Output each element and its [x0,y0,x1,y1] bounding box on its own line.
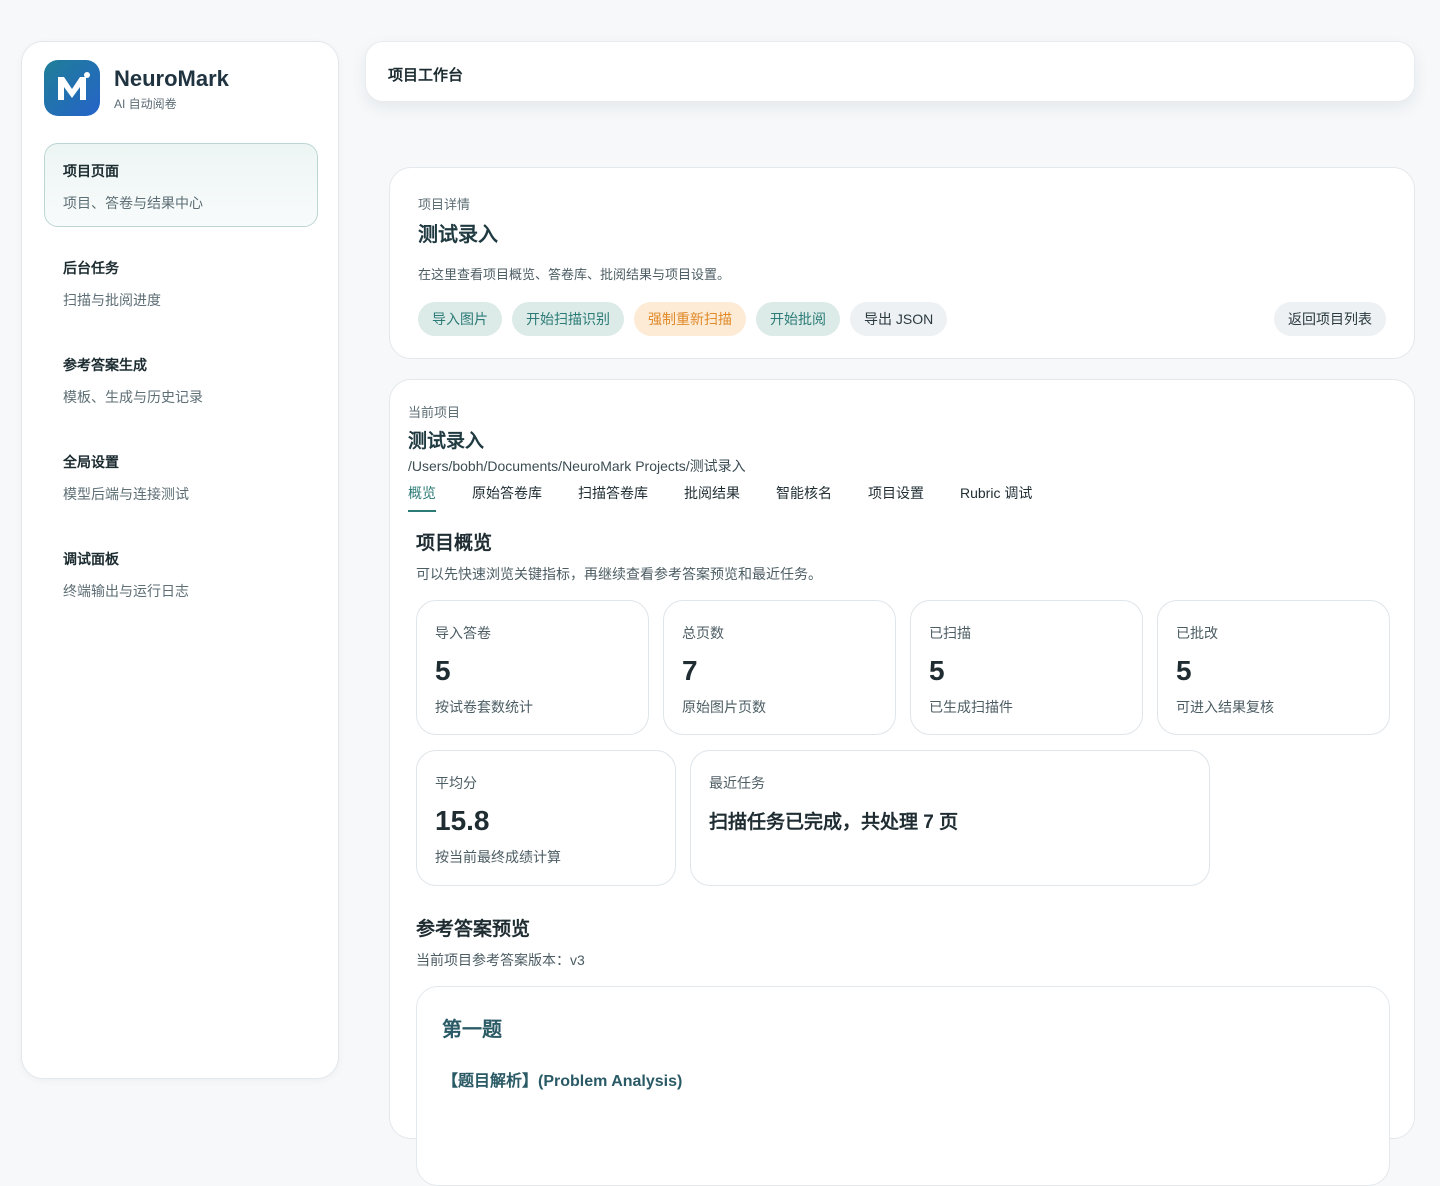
neuromark-logo-icon [44,60,100,116]
detail-title: 测试录入 [418,224,498,246]
tab-rubric-debug[interactable]: Rubric 调试 [960,483,1032,512]
sidebar-item-desc: 模板、生成与历史记录 [63,389,203,405]
project-tabs: 概览 原始答卷库 扫描答卷库 批阅结果 智能核名 项目设置 Rubric 调试 [408,483,1068,512]
sidebar-item-title: 后台任务 [63,260,119,276]
start-grading-button[interactable]: 开始批阅 [756,302,840,336]
question-title: 第一题 [442,1019,502,1041]
question-section-heading: 【题目解析】(Problem Analysis) [442,1073,683,1090]
force-rescan-button[interactable]: 强制重新扫描 [634,302,746,336]
sidebar-item-reference-answers[interactable]: 参考答案生成 模板、生成与历史记录 [44,337,318,421]
start-scan-button[interactable]: 开始扫描识别 [512,302,624,336]
stat-card-graded: 已批改 5 可进入结果复核 [1157,600,1390,735]
overview-description: 可以先快速浏览关键指标，再继续查看参考答案预览和最近任务。 [416,566,822,582]
sidebar-item-background-tasks[interactable]: 后台任务 扫描与批阅进度 [44,240,318,324]
recent-task-text: 扫描任务已完成，共处理 7 页 [709,812,959,833]
page-title: 项目工作台 [388,67,464,84]
project-detail-card: 项目详情 测试录入 在这里查看项目概览、答卷库、批阅结果与项目设置。 导入图片 … [389,167,1415,359]
tab-project-settings[interactable]: 项目设置 [868,483,924,512]
stat-label: 导入答卷 [435,625,491,641]
action-bar: 导入图片 开始扫描识别 强制重新扫描 开始批阅 导出 JSON [418,302,948,336]
brand-subtitle: AI 自动阅卷 [114,96,177,111]
sidebar-item-title: 调试面板 [63,551,119,567]
sidebar-item-desc: 模型后端与连接测试 [63,486,189,502]
stat-card-scanned: 已扫描 5 已生成扫描件 [910,600,1143,735]
sidebar-item-desc: 项目、答卷与结果中心 [63,195,203,211]
project-eyebrow: 当前项目 [408,405,461,420]
answer-preview-version: 当前项目参考答案版本：v3 [416,952,585,968]
sidebar-item-global-settings[interactable]: 全局设置 模型后端与连接测试 [44,434,318,518]
overview-title: 项目概览 [416,533,493,554]
sidebar-item-title: 参考答案生成 [63,357,147,373]
detail-description: 在这里查看项目概览、答卷库、批阅结果与项目设置。 [418,267,731,282]
current-project-card: 当前项目 测试录入 /Users/bobh/Documents/NeuroMar… [389,379,1415,1186]
stat-label: 平均分 [435,775,477,791]
stat-note: 已生成扫描件 [929,699,1013,715]
stat-label: 已批改 [1176,625,1218,641]
sidebar-item-title: 全局设置 [63,454,119,470]
answer-preview-card: 第一题 【题目解析】(Problem Analysis) [416,986,1390,1186]
project-path: /Users/bobh/Documents/NeuroMark Projects… [408,458,746,474]
stat-card-average-score: 平均分 15.8 按当前最终成绩计算 [416,750,676,886]
stat-note: 按当前最终成绩计算 [435,849,561,865]
recent-task-card: 最近任务 扫描任务已完成，共处理 7 页 [690,750,1210,886]
sidebar-item-desc: 终端输出与运行日志 [63,583,189,599]
import-images-button[interactable]: 导入图片 [418,302,502,336]
tab-grading-results[interactable]: 批阅结果 [684,483,740,512]
stat-value: 5 [435,655,451,686]
stat-value: 5 [929,655,945,686]
stat-label: 总页数 [682,625,724,641]
tab-raw-papers[interactable]: 原始答卷库 [472,483,542,512]
tab-overview[interactable]: 概览 [408,483,436,512]
stat-value: 7 [682,655,698,686]
brand-name: NeuroMark [114,65,229,91]
detail-eyebrow: 项目详情 [418,197,471,212]
sidebar-nav: 项目页面 项目、答卷与结果中心 后台任务 扫描与批阅进度 参考答案生成 模板、生… [44,143,318,628]
export-json-button[interactable]: 导出 JSON [850,302,948,336]
sidebar-item-projects[interactable]: 项目页面 项目、答卷与结果中心 [44,143,318,227]
brand[interactable]: NeuroMark AI 自动阅卷 [44,60,229,116]
stat-label: 已扫描 [929,625,971,641]
sidebar-item-desc: 扫描与批阅进度 [63,292,161,308]
stat-value: 5 [1176,655,1192,686]
stat-note: 可进入结果复核 [1176,699,1274,715]
sidebar: NeuroMark AI 自动阅卷 项目页面 项目、答卷与结果中心 后台任务 扫… [21,41,339,1079]
sidebar-item-debug-panel[interactable]: 调试面板 终端输出与运行日志 [44,531,318,615]
tab-name-verification[interactable]: 智能核名 [776,483,832,512]
answer-preview-title: 参考答案预览 [416,919,531,940]
stat-card-total-pages: 总页数 7 原始图片页数 [663,600,896,735]
recent-task-label: 最近任务 [709,775,765,791]
stat-note: 按试卷套数统计 [435,699,533,715]
back-to-projects-button[interactable]: 返回项目列表 [1274,302,1386,336]
stat-note: 原始图片页数 [682,699,766,715]
sidebar-item-title: 项目页面 [63,163,119,179]
topbar: 项目工作台 [365,41,1415,102]
project-title: 测试录入 [408,431,485,452]
tab-scanned-papers[interactable]: 扫描答卷库 [578,483,648,512]
stat-card-imported: 导入答卷 5 按试卷套数统计 [416,600,649,735]
stat-value: 15.8 [435,805,490,836]
